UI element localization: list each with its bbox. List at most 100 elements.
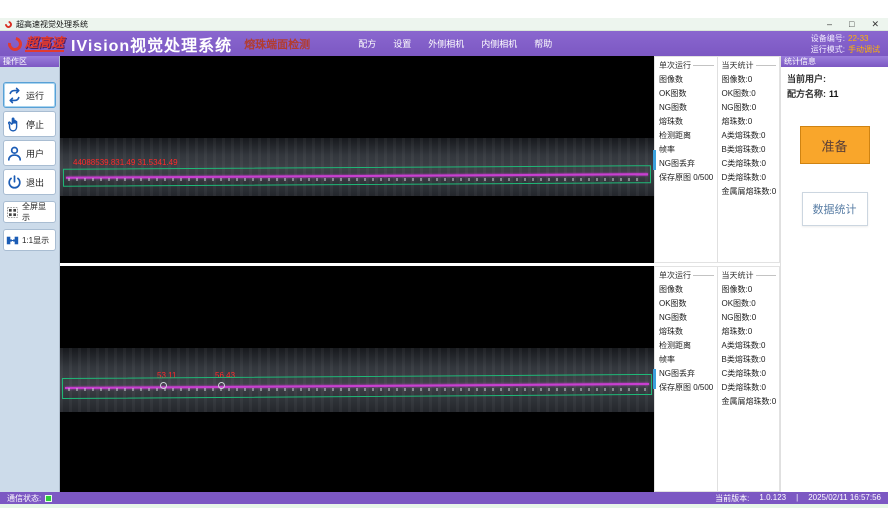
stat-item: OK图数:0 bbox=[722, 297, 777, 311]
stop-button-label: 停止 bbox=[26, 118, 44, 131]
data-statistics-button[interactable]: 数据统计 bbox=[802, 192, 868, 226]
single-run-title: 单次运行 bbox=[659, 60, 714, 71]
stat-item: 金属屑熔珠数:0 bbox=[722, 185, 777, 199]
inner-camera-stats-panel: 单次运行 图像数OK图数NG图数熔珠数检测距离帧率NG图丢弃保存原图 0/500… bbox=[654, 266, 780, 492]
window-titlebar: 超高速视觉处理系统 – □ ✕ bbox=[0, 18, 888, 31]
app-header: 超高速 IVision视觉处理系统 熔珠端面检测 配方设置外侧相机内侧相机帮助 … bbox=[0, 31, 888, 56]
inner-camera-viewport[interactable]: 53.11 56.43 bbox=[60, 266, 654, 492]
stat-item: OK图数 bbox=[659, 87, 714, 101]
device-number-value: 22-33 bbox=[848, 34, 868, 43]
user-icon bbox=[6, 145, 23, 162]
status-bar: 通信状态: 当前版本: 1.0.123 | 2025/02/11 16:57:5… bbox=[0, 492, 888, 504]
outer-camera-stats-panel: 单次运行 图像数OK图数NG图数熔珠数检测距离帧率NG图丢弃保存原图 0/500… bbox=[654, 56, 780, 263]
window-title: 超高速视觉处理系统 bbox=[16, 19, 88, 30]
app-title: IVision视觉处理系统 bbox=[71, 32, 232, 56]
stat-item: 图像数:0 bbox=[722, 283, 777, 297]
exit-button-label: 退出 bbox=[26, 176, 44, 189]
stop-button[interactable]: 停止 bbox=[3, 111, 56, 137]
app-logo-icon bbox=[4, 19, 14, 29]
close-button[interactable]: ✕ bbox=[871, 19, 879, 30]
stop-hand-icon bbox=[6, 116, 23, 133]
stat-item: NG图数:0 bbox=[722, 101, 777, 115]
maximize-button[interactable]: □ bbox=[849, 19, 854, 30]
logo-swirl-icon bbox=[5, 34, 24, 53]
run-cycle-icon bbox=[6, 87, 23, 104]
stat-item: 图像数 bbox=[659, 73, 714, 87]
stat-item: 熔珠数 bbox=[659, 115, 714, 129]
operation-sidebar: 操作区 运行 停止 用户 bbox=[0, 56, 60, 492]
stat-item: C类熔珠数:0 bbox=[722, 367, 777, 381]
run-button[interactable]: 运行 bbox=[3, 82, 56, 108]
menu-item[interactable]: 帮助 bbox=[534, 37, 552, 50]
recipe-name-value: 11 bbox=[829, 87, 839, 102]
stat-item: OK图数:0 bbox=[722, 87, 777, 101]
stat-item: 金属屑熔珠数:0 bbox=[722, 395, 777, 409]
stat-item: NG图丢弃 bbox=[659, 367, 714, 381]
viewport-column: 44088539.831.49 31.5341.49 53.11 56.43 bbox=[60, 56, 654, 492]
stat-item: 保存原图 0/500 bbox=[659, 171, 714, 185]
stat-item: 检测距离 bbox=[659, 339, 714, 353]
run-button-label: 运行 bbox=[26, 89, 44, 102]
comm-status-indicator bbox=[45, 495, 52, 502]
info-panel-title: 统计信息 bbox=[781, 56, 888, 67]
user-button-label: 用户 bbox=[26, 147, 44, 160]
one-to-one-button-label: 1:1显示 bbox=[22, 235, 49, 246]
menu-item[interactable]: 配方 bbox=[358, 37, 376, 50]
today-stats-group: 当天统计 图像数:0OK图数:0NG图数:0熔珠数:0A类熔珠数:0B类熔珠数:… bbox=[718, 267, 780, 491]
stat-item: 熔珠数 bbox=[659, 325, 714, 339]
status-separator: | bbox=[796, 493, 798, 504]
today-stats-title: 当天统计 bbox=[722, 60, 777, 71]
stat-item: 熔珠数:0 bbox=[722, 115, 777, 129]
single-run-group: 单次运行 图像数OK图数NG图数熔珠数检测距离帧率NG图丢弃保存原图 0/500 bbox=[655, 267, 718, 491]
splitter-grip[interactable] bbox=[653, 150, 656, 170]
device-number-label: 设备编号: bbox=[811, 34, 845, 43]
today-stats-title: 当天统计 bbox=[722, 270, 777, 281]
fullscreen-button[interactable]: 全屏显示 bbox=[3, 201, 56, 223]
one-to-one-icon bbox=[6, 234, 19, 247]
fullscreen-icon bbox=[6, 206, 19, 219]
splitter-grip[interactable] bbox=[653, 369, 656, 389]
fullscreen-button-label: 全屏显示 bbox=[22, 201, 53, 223]
user-button[interactable]: 用户 bbox=[3, 140, 56, 166]
menu-item[interactable]: 内侧相机 bbox=[481, 37, 517, 50]
run-mode-label: 运行模式: bbox=[811, 45, 845, 54]
stat-item: D类熔珠数:0 bbox=[722, 381, 777, 395]
comm-status-label: 通信状态: bbox=[7, 493, 41, 504]
stat-item: NG图数 bbox=[659, 101, 714, 115]
datetime-value: 2025/02/11 16:57:56 bbox=[808, 493, 881, 504]
minimize-button[interactable]: – bbox=[827, 19, 832, 30]
outer-camera-viewport[interactable]: 44088539.831.49 31.5341.49 bbox=[60, 56, 654, 263]
stat-item: NG图丢弃 bbox=[659, 157, 714, 171]
version-value: 1.0.123 bbox=[759, 493, 786, 504]
sidebar-title: 操作区 bbox=[0, 56, 59, 67]
one-to-one-button[interactable]: 1:1显示 bbox=[3, 229, 56, 251]
window-bottom-edge bbox=[0, 504, 888, 508]
stat-item: C类熔珠数:0 bbox=[722, 157, 777, 171]
single-run-group: 单次运行 图像数OK图数NG图数熔珠数检测距离帧率NG图丢弃保存原图 0/500 bbox=[655, 57, 718, 262]
power-icon bbox=[6, 174, 23, 191]
stat-item: 熔珠数:0 bbox=[722, 325, 777, 339]
stat-item: 帧率 bbox=[659, 353, 714, 367]
main-menu: 配方 设置 外侧相机 内侧相机 帮助 bbox=[358, 37, 552, 50]
run-mode-value: 手动调试 bbox=[848, 45, 880, 54]
stat-item: 图像数 bbox=[659, 283, 714, 297]
current-user-label: 当前用户: bbox=[787, 72, 826, 87]
exit-button[interactable]: 退出 bbox=[3, 169, 56, 195]
version-label: 当前版本: bbox=[715, 493, 749, 504]
stat-item: 图像数:0 bbox=[722, 73, 777, 87]
stat-item: A类熔珠数:0 bbox=[722, 129, 777, 143]
prepare-button[interactable]: 准备 bbox=[800, 126, 870, 164]
menu-item[interactable]: 外侧相机 bbox=[428, 37, 464, 50]
stat-item: NG图数 bbox=[659, 311, 714, 325]
defect-marker bbox=[160, 382, 167, 389]
stat-item: 帧率 bbox=[659, 143, 714, 157]
stat-item: 保存原图 0/500 bbox=[659, 381, 714, 395]
menu-item[interactable]: 设置 bbox=[393, 37, 411, 50]
defect-marker bbox=[218, 382, 225, 389]
stat-item: D类熔珠数:0 bbox=[722, 171, 777, 185]
app-subtitle: 熔珠端面检测 bbox=[244, 36, 310, 52]
stat-item: OK图数 bbox=[659, 297, 714, 311]
stat-item: 检测距离 bbox=[659, 129, 714, 143]
statistics-info-panel: 统计信息 当前用户: 配方名称: 11 准备 数据统计 bbox=[780, 56, 888, 492]
header-info: 设备编号:22-33 运行模式:手动调试 bbox=[811, 33, 880, 55]
